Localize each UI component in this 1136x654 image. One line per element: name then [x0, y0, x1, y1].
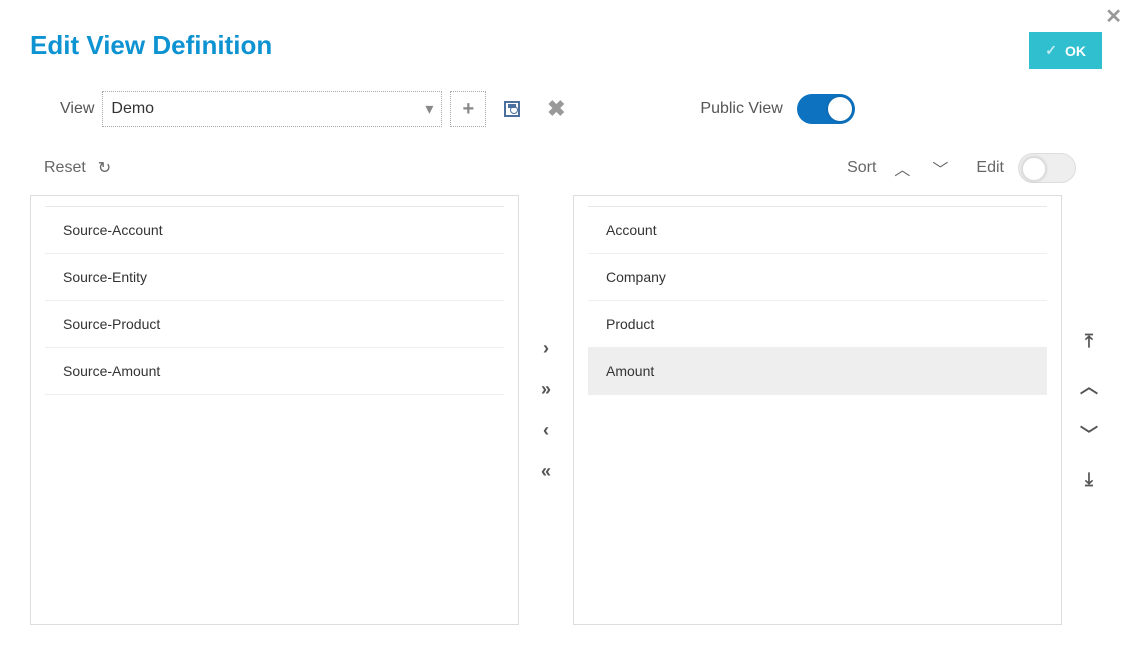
- move-bottom-button[interactable]: ⤓: [1085, 469, 1093, 490]
- available-item[interactable]: Source-Account: [45, 207, 504, 254]
- delete-button[interactable]: ✖: [538, 91, 574, 127]
- available-item[interactable]: Source-Product: [45, 301, 504, 348]
- public-view-label: Public View: [700, 100, 782, 118]
- selected-list: AccountCompanyProductAmount: [573, 195, 1062, 625]
- view-dropdown[interactable]: Demo ▾: [102, 91, 442, 127]
- ok-button[interactable]: ✓ OK: [1029, 32, 1102, 69]
- floppy-icon: [504, 101, 520, 117]
- selected-item[interactable]: Product: [588, 301, 1047, 348]
- reset-label: Reset: [44, 159, 86, 177]
- check-icon: ✓: [1045, 42, 1057, 59]
- move-left-button[interactable]: ‹: [543, 420, 549, 441]
- move-all-right-button[interactable]: »: [541, 379, 551, 400]
- public-view-toggle[interactable]: [797, 94, 855, 124]
- save-button[interactable]: [494, 91, 530, 127]
- page-title: Edit View Definition: [30, 0, 1106, 83]
- refresh-icon: ↻: [98, 158, 111, 178]
- ok-button-label: OK: [1065, 43, 1086, 59]
- view-label: View: [60, 100, 94, 118]
- sort-label: Sort: [847, 159, 876, 177]
- sort-desc-button[interactable]: ﹀: [928, 156, 952, 180]
- available-item[interactable]: Source-Entity: [45, 254, 504, 301]
- move-up-button[interactable]: ︿: [1080, 373, 1098, 399]
- move-all-left-button[interactable]: «: [541, 461, 551, 482]
- close-icon[interactable]: ✕: [1105, 4, 1122, 29]
- toggle-knob: [1022, 157, 1046, 181]
- view-dropdown-value: Demo: [111, 100, 154, 118]
- selected-item[interactable]: Account: [588, 207, 1047, 254]
- sort-asc-button[interactable]: ︿: [890, 156, 914, 180]
- toggle-knob: [828, 97, 852, 121]
- selected-item[interactable]: Company: [588, 254, 1047, 301]
- edit-toggle[interactable]: [1018, 153, 1076, 183]
- selected-item[interactable]: Amount: [588, 348, 1047, 395]
- move-top-button[interactable]: ⤓: [1085, 330, 1093, 351]
- available-item[interactable]: Source-Amount: [45, 348, 504, 395]
- edit-label: Edit: [976, 159, 1004, 177]
- move-right-button[interactable]: ›: [543, 338, 549, 359]
- chevron-down-icon: ▾: [425, 99, 433, 119]
- available-list: Source-AccountSource-EntitySource-Produc…: [30, 195, 519, 625]
- move-down-button[interactable]: ﹀: [1080, 421, 1098, 447]
- add-view-button[interactable]: +: [450, 91, 486, 127]
- reset-button[interactable]: Reset ↻: [44, 158, 111, 178]
